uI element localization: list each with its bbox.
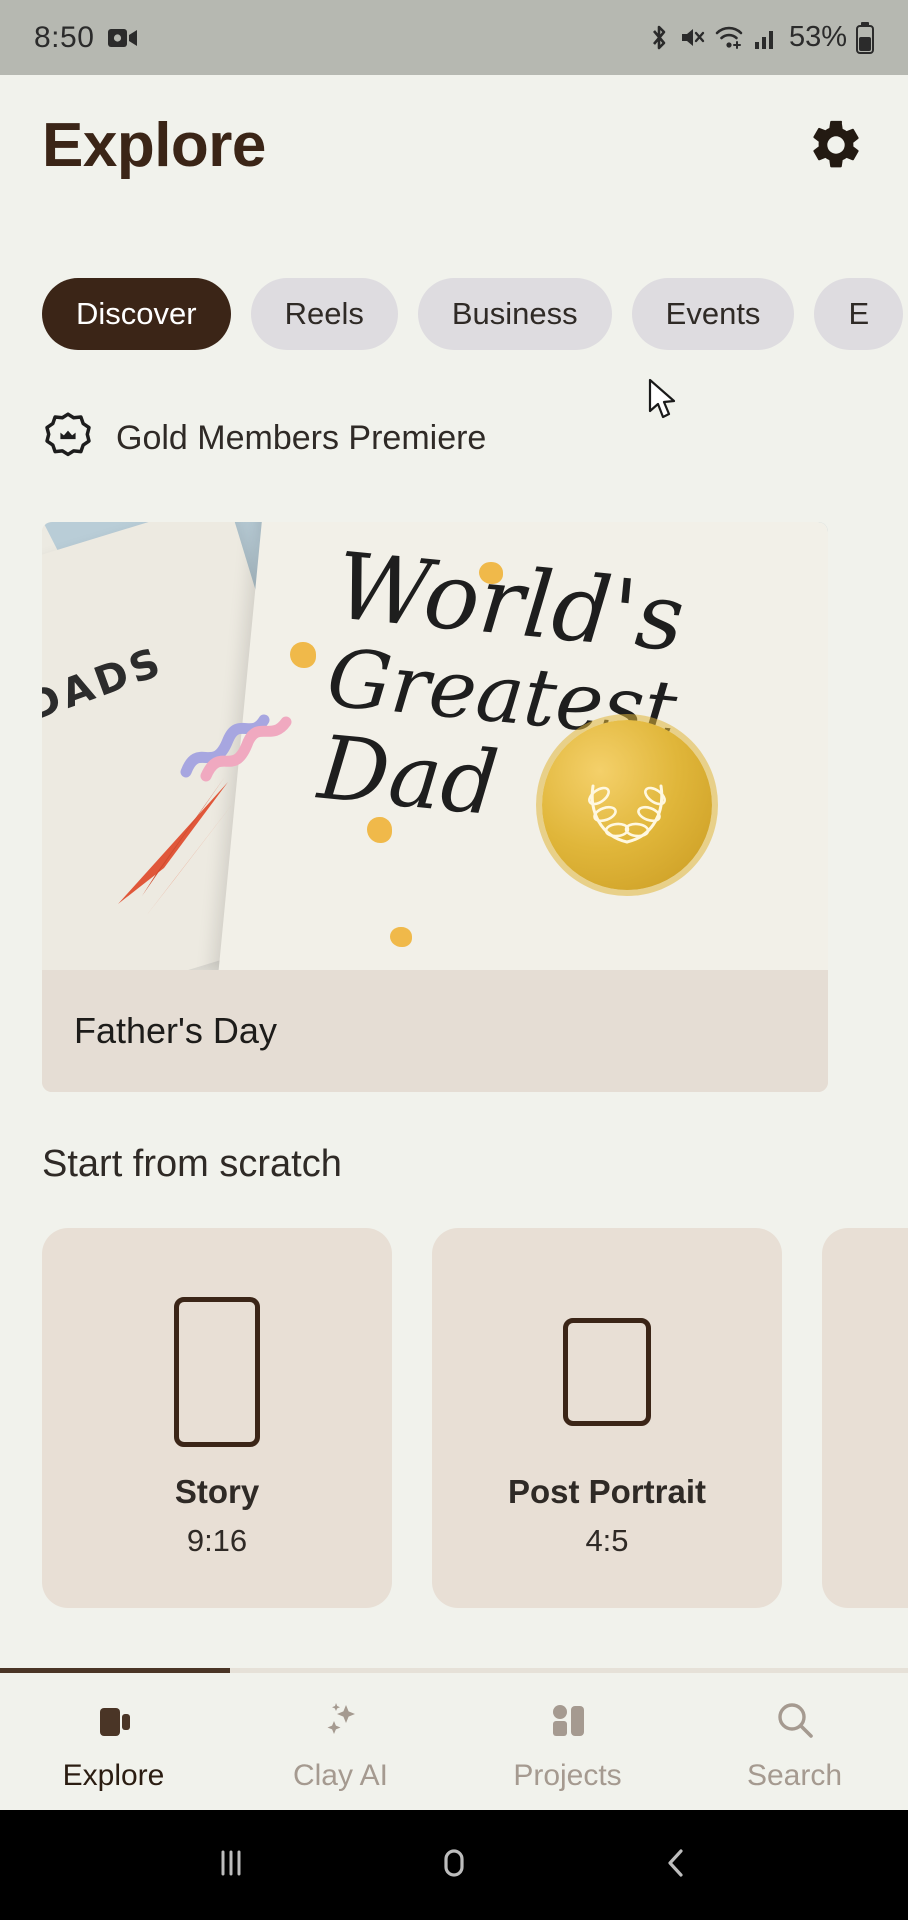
mute-icon: [679, 24, 706, 51]
settings-button[interactable]: [804, 113, 868, 177]
wifi-icon: [715, 25, 745, 51]
chip-discover[interactable]: Discover: [42, 278, 231, 350]
status-bar-right: 53%: [648, 21, 874, 54]
scratch-card-name: Story: [174, 1473, 260, 1510]
sparkle-icon: [317, 1691, 365, 1745]
art-squiggle: [180, 714, 292, 782]
screen-record-icon: [108, 27, 138, 49]
nav-item-search[interactable]: Search: [681, 1691, 908, 1793]
scratch-card-post-portrait[interactable]: Post Portrait 4:5: [432, 1228, 782, 1608]
battery-icon: [856, 21, 874, 54]
home-button[interactable]: [431, 1840, 477, 1891]
recents-button[interactable]: [208, 1840, 254, 1891]
gold-members-label: Gold Members Premiere: [116, 418, 487, 457]
nav-label: Projects: [513, 1758, 622, 1792]
cellular-signal-icon: [754, 25, 778, 51]
gold-badge-icon: [42, 412, 94, 464]
android-system-nav[interactable]: [0, 1810, 908, 1920]
chip-business[interactable]: Business: [417, 278, 612, 350]
nav-item-clay-ai[interactable]: Clay AI: [227, 1691, 454, 1793]
start-from-scratch-heading: Start from scratch: [42, 1143, 342, 1185]
mouse-cursor: [648, 378, 678, 427]
scratch-card-ratio: 4:5: [585, 1523, 629, 1558]
bluetooth-icon: [648, 23, 670, 53]
seal-wreath-icon: [542, 720, 712, 890]
scratch-card-ratio: 9:16: [186, 1523, 248, 1558]
page-title: Explore: [42, 110, 266, 180]
chip-reels[interactable]: Reels: [250, 278, 398, 350]
bottom-navigation-bar[interactable]: Explore Clay AI Projects Search: [0, 1673, 908, 1810]
art-paper-plane: [118, 778, 234, 916]
featured-template-card[interactable]: DADS World's Greatest Dad Father's Day: [42, 522, 828, 1092]
art-confetti-dot: [290, 642, 316, 668]
explore-icon: [90, 1691, 138, 1745]
nav-item-projects[interactable]: Projects: [454, 1691, 681, 1793]
projects-icon: [544, 1691, 592, 1745]
rect-portrait-icon: [563, 1277, 651, 1467]
featured-card-title: Father's Day: [74, 1010, 277, 1051]
nav-item-explore[interactable]: Explore: [0, 1691, 227, 1793]
scratch-card-name: Post Portrait: [507, 1473, 707, 1510]
featured-card-caption: Father's Day: [42, 970, 828, 1092]
gold-members-section-header: Gold Members Premiere: [42, 412, 486, 464]
chip-partial-next[interactable]: E: [814, 278, 904, 350]
status-bar: 8:50 53%: [0, 0, 908, 75]
app-header: Explore: [0, 75, 908, 215]
app-screen: 8:50 53% Explore Discover Reels Business…: [0, 0, 908, 1920]
gear-icon: [807, 116, 865, 174]
search-icon: [771, 1691, 819, 1745]
battery-percent: 53%: [788, 21, 847, 53]
back-button[interactable]: [654, 1840, 700, 1891]
scratch-card-story[interactable]: Story 9:16: [42, 1228, 392, 1608]
chip-events[interactable]: Events: [631, 278, 795, 350]
featured-card-artwork: DADS World's Greatest Dad: [42, 522, 828, 970]
nav-label: Clay AI: [292, 1758, 389, 1792]
nav-label: Search: [746, 1758, 843, 1792]
start-from-scratch-row[interactable]: Story 9:16 Post Portrait 4:5: [0, 1228, 908, 1608]
gold-seal-icon: [533, 711, 721, 899]
art-confetti-dot: [390, 927, 412, 947]
rect-portrait-tall-icon: [174, 1277, 260, 1467]
scratch-card-partial-next[interactable]: [822, 1228, 908, 1608]
status-bar-left: 8:50: [34, 21, 138, 55]
nav-label: Explore: [62, 1758, 165, 1792]
category-chip-row[interactable]: Discover Reels Business Events E: [0, 278, 908, 350]
status-time: 8:50: [34, 20, 95, 54]
